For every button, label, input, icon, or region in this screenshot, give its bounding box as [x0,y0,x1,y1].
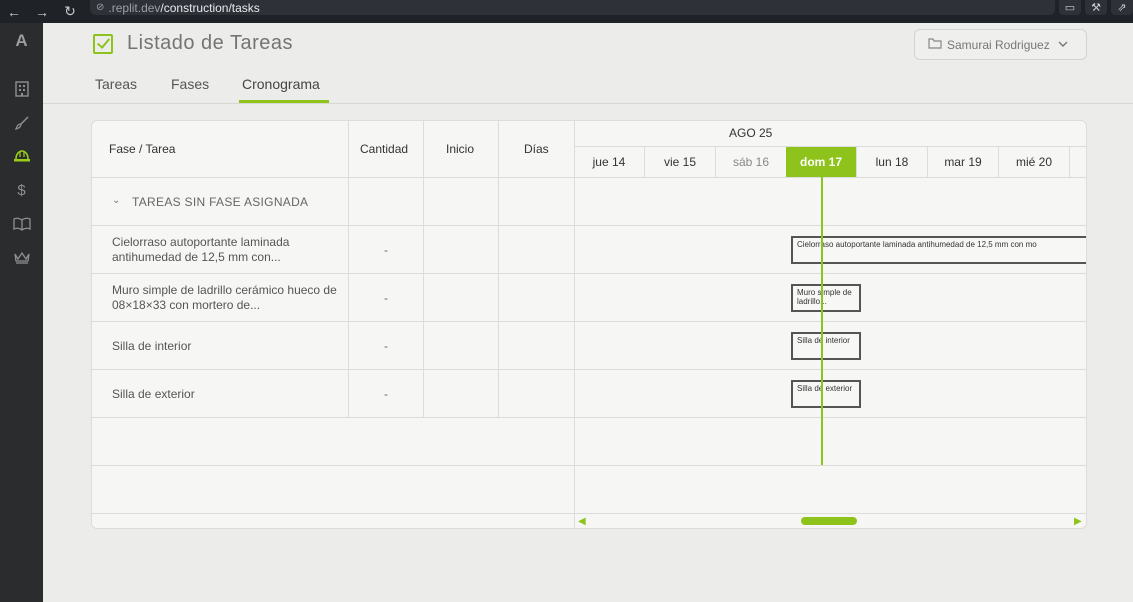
dollar-icon[interactable]: $ [0,179,43,201]
group-label: TAREAS SIN FASE ASIGNADA [132,195,309,209]
day-header: mar 19 [928,147,999,177]
task-name[interactable]: Silla de exterior [112,387,342,402]
today-marker-line [821,177,823,465]
month-label: AGO 25 [729,126,773,140]
day-header: vie 15 [645,147,716,177]
tab-bar: Tareas Fases Cronograma [43,70,1133,104]
scroll-left-arrow-icon[interactable]: ◀ [578,516,586,527]
schedule-table: Fase / Tarea Cantidad Inicio Días AGO 25… [91,120,1087,529]
folder-icon [928,37,942,52]
forward-arrow-icon[interactable]: → [28,0,56,23]
day-header: lun 18 [857,147,928,177]
building-icon[interactable] [0,78,43,100]
devices-icon[interactable]: ▭ [1059,0,1081,15]
url-host: .replit.dev [108,0,161,15]
brush-icon[interactable] [0,112,43,134]
back-arrow-icon[interactable]: ← [0,0,28,23]
gantt-bar[interactable]: Cielorraso autoportante laminada antihum… [791,236,1086,264]
task-quantity: - [384,243,388,257]
task-name[interactable]: Cielorraso autoportante laminada antihum… [112,235,342,265]
task-quantity: - [384,291,388,305]
header-start: Inicio [446,142,475,156]
tab-fases[interactable]: Fases [171,76,209,92]
scroll-right-arrow-icon[interactable]: ▶ [1074,516,1082,527]
tab-cronograma[interactable]: Cronograma [242,76,320,92]
task-name[interactable]: Silla de interior [112,339,342,354]
header-phase-task: Fase / Tarea [109,142,176,156]
sidebar: A $ [0,23,43,602]
book-icon[interactable] [0,213,43,235]
gantt-bar[interactable]: Silla de interior [791,332,861,360]
header-days: Días [524,142,549,156]
day-header-today: dom 17 [786,147,857,177]
day-header: jue 14 [574,147,645,177]
app-logo[interactable]: A [0,31,43,51]
day-header: mié 20 [999,147,1070,177]
tab-tareas[interactable]: Tareas [95,76,137,92]
gantt-bar[interactable]: Muro simple de ladrillo... [791,284,861,312]
horizontal-scrollbar-thumb[interactable] [801,517,857,525]
user-menu-button[interactable]: Samurai Rodriguez [914,29,1087,60]
checkbox-icon [93,34,113,54]
tools-icon[interactable]: ⚒ [1085,0,1107,15]
user-name: Samurai Rodriguez [947,37,1050,52]
task-name[interactable]: Muro simple de ladrillo cerámico hueco d… [112,283,342,313]
collapse-chevron-icon[interactable]: ⌄ [112,195,120,206]
crown-icon[interactable] [0,246,43,268]
day-header: sáb 16 [716,147,787,177]
link-icon: ⊘ [96,2,105,13]
chevron-down-icon [1058,39,1068,50]
task-quantity: - [384,339,388,353]
reload-icon[interactable]: ↻ [56,0,84,23]
address-bar[interactable]: ⊘ .replit.dev/construction/tasks [90,0,1055,15]
header-quantity: Cantidad [360,142,409,156]
open-external-icon[interactable]: ⇗ [1111,0,1133,15]
task-quantity: - [384,387,388,401]
active-tab-indicator [239,100,329,103]
url-path: /construction/tasks [160,0,260,15]
gantt-bar[interactable]: Silla de exterior [791,380,861,408]
page-title: Listado de Tareas [127,32,294,54]
hard-hat-icon[interactable] [0,145,43,167]
browser-toolbar: ← → ↻ ⊘ .replit.dev/construction/tasks ▭… [0,0,1133,23]
